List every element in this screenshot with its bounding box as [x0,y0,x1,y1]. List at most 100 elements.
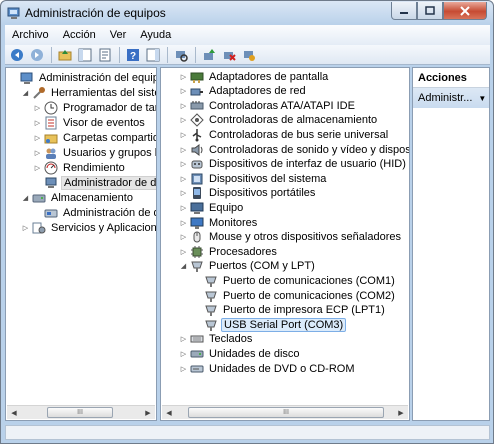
disable-button[interactable] [241,47,257,63]
expand-arrow-icon[interactable]: ▷ [179,101,188,110]
close-button[interactable] [443,2,487,20]
title-bar[interactable]: Administración de equipos [1,1,493,25]
arrow-spacer [33,178,42,187]
scroll-left-arrow-icon[interactable]: ◀ [162,406,176,419]
console-tree-pane[interactable]: Administración del equipo (loc ◢ Herramien… [5,67,157,421]
expand-arrow-icon[interactable]: ▷ [179,87,188,96]
expand-arrow-icon[interactable]: ▷ [179,189,188,198]
expand-arrow-icon[interactable]: ▷ [179,145,188,154]
tree-node[interactable]: ▷ Visor de eventos [33,115,147,130]
show-hide-tree-button[interactable] [77,47,93,63]
status-bar [5,425,490,440]
scan-hardware-button[interactable] [173,47,189,63]
expand-arrow-icon[interactable]: ▷ [179,335,188,344]
expand-arrow-icon[interactable]: ▷ [179,247,188,256]
tree-node[interactable]: ▷ Dispositivos de interfaz de usuario (HI… [179,157,408,172]
tree-node[interactable]: ▷ Equipo [179,200,245,215]
tree-node[interactable]: ◢ Puertos (COM y LPT) [179,259,317,274]
tree-node[interactable]: ▷ Carpetas compartidas [33,130,156,145]
uninstall-button[interactable] [221,47,237,63]
properties-button[interactable] [97,47,113,63]
device-tree-pane[interactable]: ▷ Adaptadores de pantalla ▷ Adaptadores de … [160,67,410,421]
port-icon [205,291,217,302]
actions-device-manager-item[interactable]: Administr... ▼ [413,88,489,108]
minimize-button[interactable] [391,2,417,20]
show-action-pane-button[interactable] [145,47,161,63]
menu-accion[interactable]: Acción [56,29,103,41]
help-button[interactable]: ? [125,47,141,63]
tree-node[interactable]: ▷ Adaptadores de red [179,84,308,99]
tree-node[interactable]: ▷ Servicios y Aplicaciones [21,220,156,235]
scroll-thumb[interactable]: III [188,407,384,418]
tree-node[interactable]: Puerto de comunicaciones (COM2) [193,288,397,303]
expand-arrow-icon[interactable]: ▷ [179,364,188,373]
tree-node[interactable]: ▷ Monitores [179,215,259,230]
tree-node[interactable]: ▷ Unidades de DVD o CD-ROM [179,361,357,376]
collapse-arrow-icon[interactable]: ◢ [21,193,30,202]
actions-header: Acciones [413,68,489,88]
usb-icon [192,128,202,142]
tree-node[interactable]: ▷ Controladoras ATA/ATAPI IDE [179,98,357,113]
collapse-arrow-icon[interactable]: ◢ [21,88,30,97]
tree-node[interactable]: ◢ Herramientas del sistema [21,85,156,100]
tree-node[interactable]: ▷ Controladoras de sonido y vídeo y dispo… [179,142,409,157]
expand-arrow-icon[interactable]: ▷ [33,103,42,112]
ide-controller-icon [190,100,204,110]
tree-node[interactable]: ▷ Programador de tareas [33,100,156,115]
expand-arrow-icon[interactable]: ▷ [33,148,42,157]
back-button[interactable] [9,47,25,63]
forward-button[interactable] [29,47,45,63]
expand-arrow-icon[interactable]: ▷ [179,160,188,169]
disk-management-icon [44,209,58,217]
tree-node[interactable]: Administración de disco [33,205,156,220]
tree-node[interactable]: ▷ Dispositivos del sistema [179,171,328,186]
tree-node[interactable]: Administrador de dispo [33,175,156,190]
scroll-right-arrow-icon[interactable]: ▶ [394,406,408,419]
expand-arrow-icon[interactable]: ▷ [179,72,188,81]
tree-node[interactable]: ▷ Controladoras de bus serie universal [179,127,390,142]
tree-node[interactable]: ▷ Adaptadores de pantalla [179,69,330,84]
update-driver-button[interactable] [201,47,217,63]
tree-node[interactable]: ▷ Unidades de disco [179,346,302,361]
tree-node[interactable]: ▷ Procesadores [179,244,279,259]
scroll-right-arrow-icon[interactable]: ▶ [141,406,155,419]
expand-arrow-icon[interactable]: ▷ [179,130,188,139]
expand-arrow-icon[interactable]: ▷ [179,349,188,358]
expand-arrow-icon[interactable]: ▷ [179,233,188,242]
maximize-button[interactable] [417,2,443,20]
menu-archivo[interactable]: Archivo [5,29,56,41]
clock-icon [44,101,58,114]
expand-arrow-icon[interactable]: ▷ [179,116,188,125]
tree-node[interactable]: Puerto de comunicaciones (COM1) [193,273,397,288]
scroll-left-arrow-icon[interactable]: ◀ [7,406,21,419]
expand-arrow-icon[interactable]: ▷ [179,174,188,183]
tree-node[interactable]: Administración del equipo (loc [9,70,156,85]
tree-node[interactable]: ▷ Usuarios y grupos locale [33,145,156,160]
left-horizontal-scrollbar[interactable]: ◀ III ▶ [7,405,155,419]
actions-item-label: Administr... [418,92,473,104]
expand-arrow-icon[interactable]: ▷ [21,223,30,232]
scroll-thumb[interactable]: III [47,407,113,418]
tree-node-label: Rendimiento [63,161,125,174]
expand-arrow-icon[interactable]: ▷ [33,118,42,127]
tree-node[interactable]: ▷ Dispositivos portátiles [179,186,317,201]
expand-arrow-icon[interactable]: ▷ [33,163,42,172]
center-horizontal-scrollbar[interactable]: ◀ III ▶ [162,405,408,419]
expand-arrow-icon[interactable]: ▷ [179,218,188,227]
tree-node[interactable]: ◢ Almacenamiento [21,190,135,205]
up-folder-button[interactable] [57,47,73,63]
expand-arrow-icon[interactable]: ▷ [33,133,42,142]
tree-node-label: Procesadores [209,245,277,258]
tree-node[interactable]: ▷ Mouse y otros dispositivos señaladores [179,230,403,245]
tree-node[interactable]: ▷ Teclados [179,332,254,347]
tree-node[interactable]: Puerto de impresora ECP (LPT1) [193,303,387,318]
computer-management-icon [20,72,33,84]
tree-node[interactable]: ▷ Rendimiento [33,160,127,175]
collapse-arrow-icon[interactable]: ◢ [179,262,188,271]
menu-ver[interactable]: Ver [103,29,134,41]
scan-hardware-icon [176,50,188,62]
tree-node[interactable]: ▷ Controladoras de almacenamiento [179,113,379,128]
tree-node[interactable]: USB Serial Port (COM3) [193,317,347,332]
menu-ayuda[interactable]: Ayuda [133,29,178,41]
expand-arrow-icon[interactable]: ▷ [179,203,188,212]
